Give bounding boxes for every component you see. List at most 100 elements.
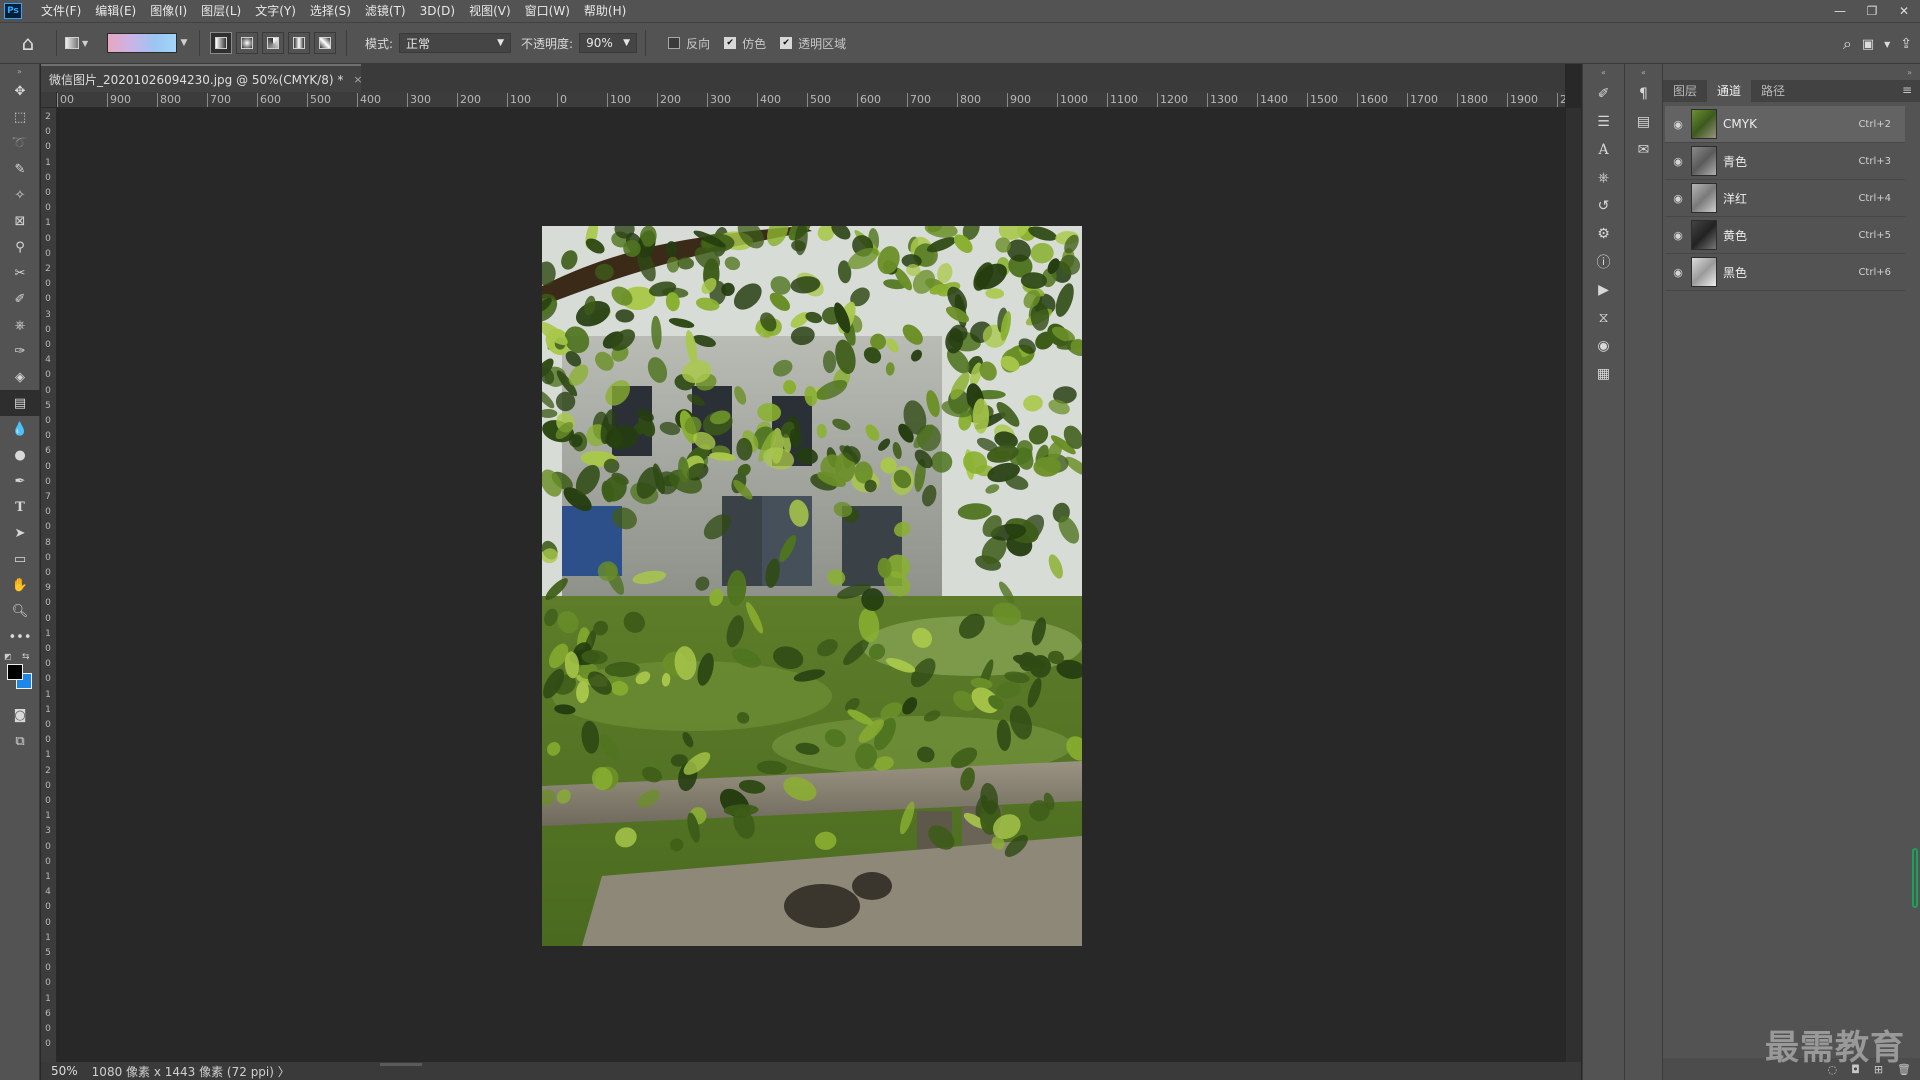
close-icon[interactable]: ✕ bbox=[1888, 0, 1920, 22]
vertical-ruler[interactable]: 2 0 0 1 0 0 0 1 0 0 2 0 0 3 0 0 4 0 0 5 0 0 6 0 0 7 0 0 8 0 0 9 0 0 1 0 0 0 1 1… bbox=[41, 108, 57, 1062]
paragraph-icon[interactable]: ¶ bbox=[1625, 80, 1662, 108]
collapse-icon[interactable]: « bbox=[1625, 64, 1662, 80]
minimize-icon[interactable]: — bbox=[1824, 0, 1856, 22]
search-icon[interactable]: ⌕ bbox=[1843, 34, 1852, 54]
gradient-picker[interactable]: ▼ bbox=[107, 32, 191, 54]
swatches-icon[interactable]: ▦ bbox=[1583, 360, 1624, 388]
zoom-tool-icon[interactable]: 🔍︎ bbox=[0, 598, 40, 624]
blur-tool-icon[interactable]: 💧 bbox=[0, 416, 40, 442]
gradient-tool-icon[interactable]: ▤ bbox=[0, 390, 40, 416]
default-colors-icon[interactable]: ◩ bbox=[4, 652, 12, 661]
diamond-gradient-button[interactable] bbox=[314, 32, 336, 54]
dodge-tool-icon[interactable]: ● bbox=[0, 442, 40, 468]
swap-colors-icon[interactable]: ⇆ bbox=[22, 652, 30, 662]
screen-mode-icon[interactable]: ⧉ bbox=[0, 728, 40, 754]
character-icon[interactable]: A bbox=[1583, 136, 1624, 164]
libraries-icon[interactable]: ▤ bbox=[1625, 108, 1662, 136]
tool-presets-icon[interactable]: ⚙ bbox=[1583, 220, 1624, 248]
angle-gradient-button[interactable] bbox=[262, 32, 284, 54]
pen-tool-icon[interactable]: ✒ bbox=[0, 468, 40, 494]
frame-tool-icon[interactable]: ⊠ bbox=[0, 208, 40, 234]
document-tab[interactable]: 微信图片_20201026094230.jpg @ 50%(CMYK/8) * … bbox=[41, 64, 363, 92]
color-icon[interactable]: ◉ bbox=[1583, 332, 1624, 360]
ruler-origin[interactable] bbox=[41, 92, 57, 108]
dither-checkbox[interactable]: ✔ bbox=[724, 37, 737, 49]
menu-help[interactable]: 帮助(H) bbox=[577, 0, 633, 22]
eye-icon[interactable]: ◉ bbox=[1665, 266, 1691, 279]
reflected-gradient-button[interactable] bbox=[288, 32, 310, 54]
dither-option[interactable]: ✔ 仿色 bbox=[724, 35, 766, 52]
menu-window[interactable]: 窗口(W) bbox=[518, 0, 577, 22]
menu-image[interactable]: 图像(I) bbox=[143, 0, 194, 22]
quick-select-tool-icon[interactable]: ✎ bbox=[0, 156, 40, 182]
hand-tool-icon[interactable]: ✋ bbox=[0, 572, 40, 598]
info-icon[interactable]: ⓘ bbox=[1583, 248, 1624, 276]
menu-file[interactable]: 文件(F) bbox=[34, 0, 88, 22]
reverse-option[interactable]: 反向 bbox=[668, 35, 710, 52]
actions-icon[interactable]: ▶ bbox=[1583, 276, 1624, 304]
reverse-checkbox[interactable] bbox=[668, 37, 681, 49]
opacity-input[interactable]: 90% ▼ bbox=[579, 33, 638, 53]
linear-gradient-button[interactable] bbox=[210, 32, 232, 54]
type-tool-icon[interactable]: T bbox=[0, 494, 40, 520]
eye-icon[interactable]: ◉ bbox=[1665, 229, 1691, 242]
transparency-option[interactable]: ✔ 透明区域 bbox=[780, 35, 846, 52]
document-info[interactable]: 1080 像素 x 1443 像素 (72 ppi) 〉 bbox=[92, 1063, 290, 1080]
adjustments-icon[interactable]: ☰ bbox=[1583, 108, 1624, 136]
menu-view[interactable]: 视图(V) bbox=[462, 0, 518, 22]
eyedropper-tool-icon[interactable]: ⚲ bbox=[0, 234, 40, 260]
menu-edit[interactable]: 编辑(E) bbox=[88, 0, 143, 22]
brush-tool-icon[interactable]: ✐ bbox=[0, 286, 40, 312]
healing-brush-icon[interactable]: ✂ bbox=[0, 260, 40, 286]
home-icon[interactable]: ⌂ bbox=[8, 23, 48, 63]
transparency-checkbox[interactable]: ✔ bbox=[780, 37, 793, 49]
menu-filter[interactable]: 滤镜(T) bbox=[358, 0, 413, 22]
zoom-level[interactable]: 50% bbox=[51, 1064, 78, 1078]
move-tool-icon[interactable]: ✥ bbox=[0, 78, 40, 104]
path-select-icon[interactable]: ➤ bbox=[0, 520, 40, 546]
panel-menu-icon[interactable]: ≡ bbox=[1902, 83, 1912, 97]
radial-gradient-button[interactable] bbox=[236, 32, 258, 54]
status-menu-arrow[interactable]: 〉 bbox=[278, 1065, 290, 1079]
collapse-icon[interactable]: « bbox=[1583, 64, 1624, 80]
vertical-scrollbar[interactable] bbox=[1565, 108, 1581, 1062]
rectangle-tool-icon[interactable]: ▭ bbox=[0, 546, 40, 572]
gradient-preview[interactable] bbox=[107, 33, 177, 53]
history-brush-icon[interactable]: ✑ bbox=[0, 338, 40, 364]
tab-channels[interactable]: 通道 bbox=[1707, 80, 1752, 102]
menu-select[interactable]: 选择(S) bbox=[303, 0, 358, 22]
tab-paths[interactable]: 路径 bbox=[1751, 80, 1795, 102]
channel-row-cyan[interactable]: ◉ 青色 Ctrl+3 bbox=[1665, 143, 1905, 180]
magic-wand-icon[interactable]: ✧ bbox=[0, 182, 40, 208]
notes-icon[interactable]: ✉ bbox=[1625, 136, 1662, 164]
eye-icon[interactable]: ◉ bbox=[1665, 155, 1691, 168]
properties-icon[interactable]: ⧖ bbox=[1583, 304, 1624, 332]
menu-3d[interactable]: 3D(D) bbox=[413, 0, 462, 22]
canvas-area[interactable] bbox=[57, 108, 1565, 1062]
foreground-color[interactable] bbox=[7, 664, 23, 680]
restore-icon[interactable]: ❐ bbox=[1856, 0, 1888, 22]
history-icon[interactable]: ↺ bbox=[1583, 192, 1624, 220]
clone-source-icon[interactable]: ⎈ bbox=[1583, 164, 1624, 192]
horizontal-scrollbar-thumb[interactable] bbox=[380, 1063, 422, 1066]
marquee-tool-icon[interactable]: ⬚ bbox=[0, 104, 40, 130]
horizontal-ruler[interactable]: 00 900 800 700 600 500 400 300 200 100 0 100 200 300 4… bbox=[57, 92, 1565, 108]
mode-select[interactable]: 正常 ▼ bbox=[399, 33, 512, 53]
more-tools-icon[interactable]: ••• bbox=[0, 624, 40, 650]
collapse-icon[interactable]: » bbox=[1663, 64, 1920, 80]
eye-icon[interactable]: ◉ bbox=[1665, 118, 1691, 131]
channel-row-cmyk[interactable]: ◉ CMYK Ctrl+2 bbox=[1665, 106, 1905, 143]
channel-row-yellow[interactable]: ◉ 黄色 Ctrl+5 bbox=[1665, 217, 1905, 254]
lasso-tool-icon[interactable]: ➰ bbox=[0, 130, 40, 156]
chevron-down-icon[interactable]: ▼ bbox=[1884, 40, 1890, 49]
collapse-icon[interactable]: » bbox=[0, 64, 39, 78]
eraser-tool-icon[interactable]: ◈ bbox=[0, 364, 40, 390]
menu-type[interactable]: 文字(Y) bbox=[248, 0, 303, 22]
eye-icon[interactable]: ◉ bbox=[1665, 192, 1691, 205]
menu-layer[interactable]: 图层(L) bbox=[194, 0, 248, 22]
channel-row-magenta[interactable]: ◉ 洋红 Ctrl+4 bbox=[1665, 180, 1905, 217]
panel-scroll-indicator[interactable] bbox=[1912, 848, 1918, 908]
workspace-icon[interactable]: ▣ bbox=[1862, 37, 1874, 52]
share-icon[interactable]: ⇪ bbox=[1900, 36, 1912, 52]
stamp-tool-icon[interactable]: ⎈ bbox=[0, 312, 40, 338]
